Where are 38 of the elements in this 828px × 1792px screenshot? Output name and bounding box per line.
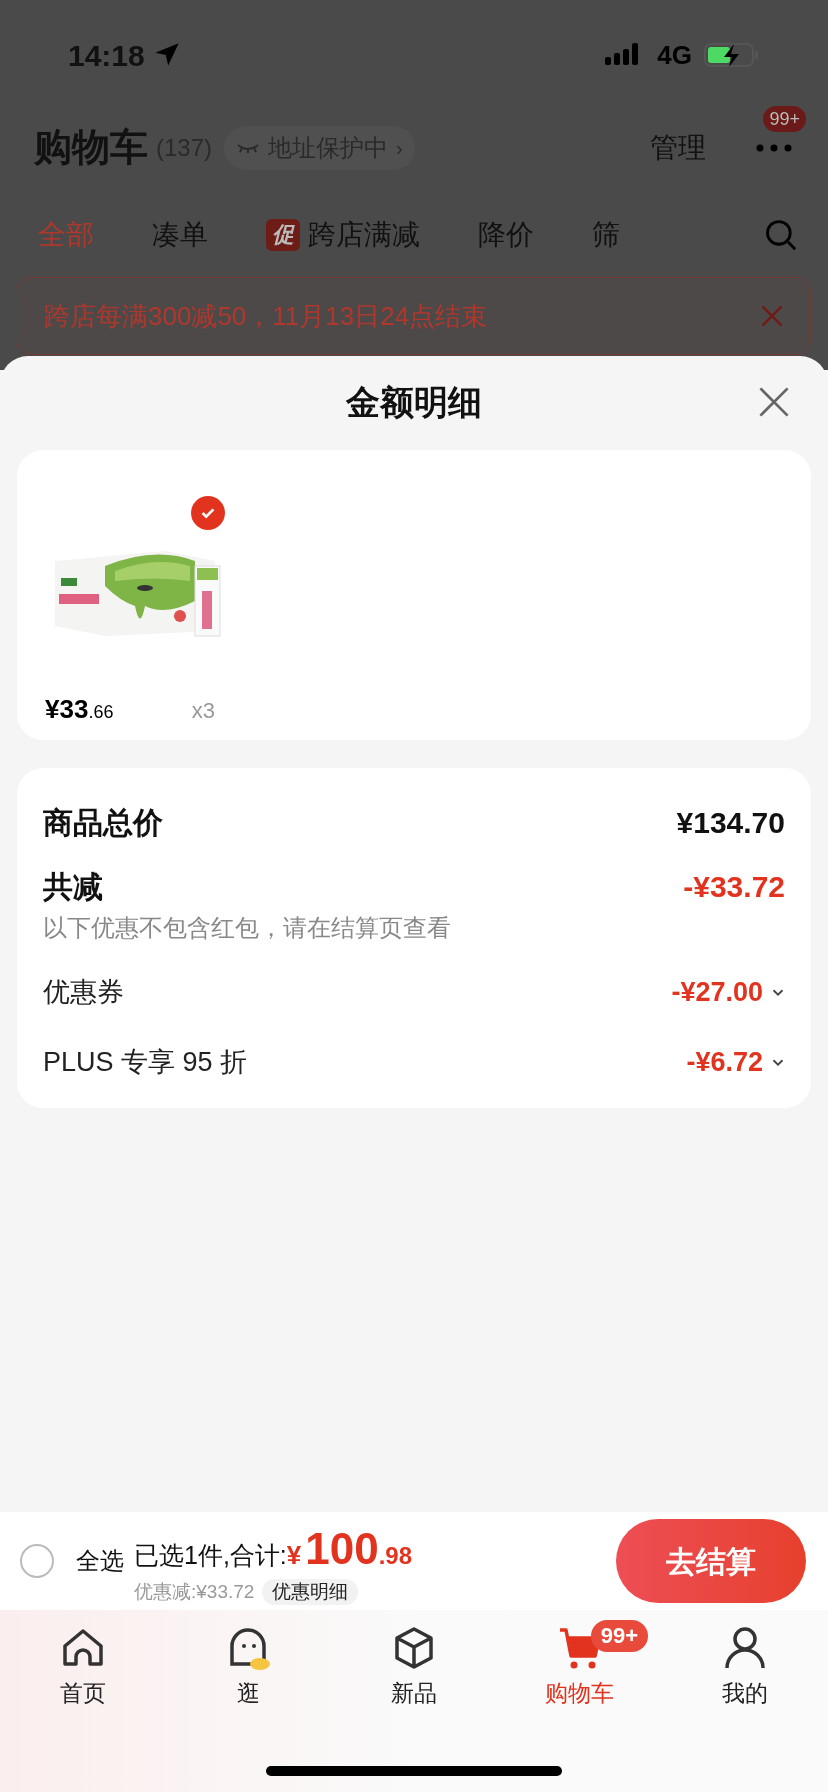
page-title: 购物车 — [34, 125, 148, 170]
promo-tag: 促 — [266, 219, 300, 251]
sheet-title: 金额明细 — [346, 381, 482, 423]
summary-note: 以下优惠不包含红包，请在结算页查看 — [43, 913, 452, 943]
more-icon — [754, 143, 794, 152]
promo-text: 跨店每满300减50，11月13日24点结束 — [44, 299, 488, 333]
discount-label: 优惠券 — [43, 975, 124, 1009]
chevron-down-icon[interactable] — [771, 987, 785, 997]
chevron-down-icon[interactable] — [771, 1057, 785, 1067]
discount-detail-button[interactable]: 优惠明细 — [262, 1579, 359, 1605]
discount-summary: 优惠减:¥33.72 — [134, 1579, 255, 1604]
search-icon[interactable] — [764, 218, 798, 252]
summary-value: ¥134.70 — [676, 804, 785, 841]
close-icon[interactable] — [757, 385, 791, 419]
product-quantity: x3 — [191, 697, 215, 725]
summary-label: 共减 — [43, 868, 103, 905]
nav-tab[interactable]: 新品 — [331, 1624, 497, 1711]
discount-value: -¥6.72 — [686, 1045, 763, 1079]
count-badge: 99+ — [763, 105, 806, 132]
summary-label: 商品总价 — [43, 804, 163, 841]
filter-tab[interactable]: 促 跨店满减 — [266, 214, 420, 256]
select-all-checkbox[interactable] — [20, 1544, 54, 1578]
discount-value: -¥27.00 — [671, 975, 763, 1009]
total-price: ¥100.98 — [286, 1522, 413, 1575]
summary-value: -¥33.72 — [683, 868, 785, 905]
product-price: ¥33.66 — [45, 693, 114, 726]
count-badge: 99+ — [590, 1620, 649, 1652]
eye-closed-icon — [236, 141, 261, 154]
discount-label: PLUS 专享 95 折 — [43, 1045, 248, 1079]
network-label: 4G — [657, 38, 692, 72]
selected-summary: 已选1件,合计: — [134, 1539, 287, 1571]
nav-tab[interactable]: 逛 — [165, 1624, 332, 1711]
battery-icon — [704, 41, 760, 69]
nav-tab[interactable]: 首页 — [0, 1624, 166, 1711]
nav-tab[interactable]: 我的 — [662, 1624, 828, 1711]
status-time: 14:18 — [68, 37, 145, 74]
select-all-label: 全选 — [76, 1546, 124, 1576]
checkout-button[interactable]: 去结算 — [616, 1519, 806, 1603]
